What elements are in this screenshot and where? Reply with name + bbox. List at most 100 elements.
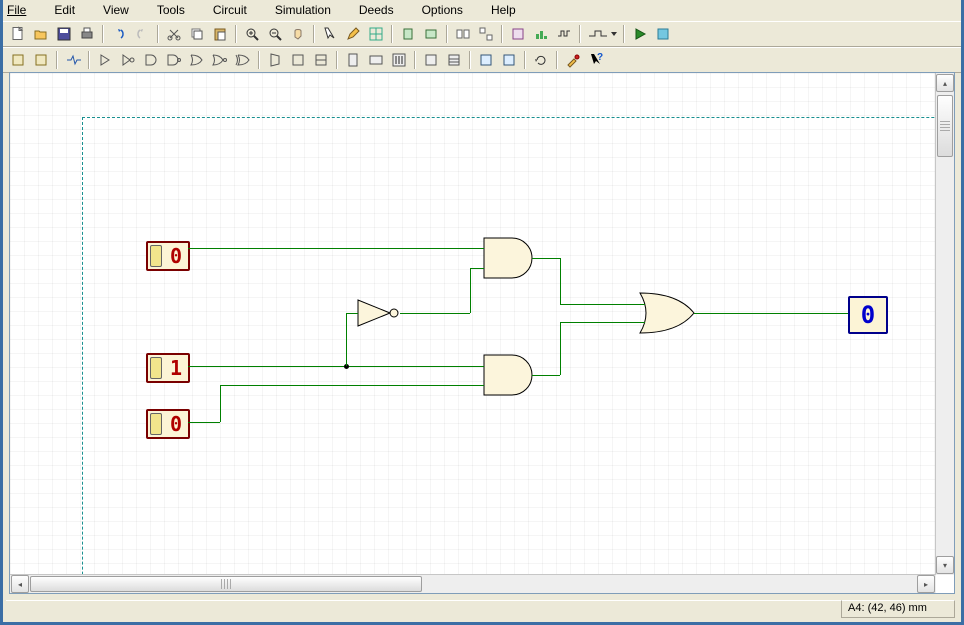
scroll-up-icon[interactable]: ▴ [936, 74, 954, 92]
redo-icon[interactable] [131, 23, 153, 45]
page-border [82, 117, 936, 575]
input-value: 0 [164, 243, 188, 269]
counter-icon[interactable] [310, 49, 332, 71]
copy-icon[interactable] [186, 23, 208, 45]
refresh-icon[interactable] [530, 49, 552, 71]
undo-icon[interactable] [108, 23, 130, 45]
tool-a-icon[interactable] [475, 49, 497, 71]
simulate-icon[interactable] [652, 23, 674, 45]
zoom-in-icon[interactable] [241, 23, 263, 45]
wire [532, 258, 560, 259]
scroll-thumb[interactable] [937, 95, 953, 157]
horizontal-scrollbar[interactable]: ◂ ▸ [10, 574, 936, 593]
input-switch-a[interactable]: 0 [146, 241, 190, 271]
ff-icon[interactable] [287, 49, 309, 71]
nand-gate-icon[interactable] [163, 49, 185, 71]
toolbar-row-1 [3, 21, 961, 47]
latch-icon[interactable] [30, 49, 52, 71]
new-file-icon[interactable] [7, 23, 29, 45]
memory-icon[interactable] [420, 49, 442, 71]
menu-view[interactable]: View [103, 3, 143, 17]
paste-icon[interactable] [209, 23, 231, 45]
canvas[interactable]: 0 1 0 [9, 72, 955, 594]
grid-options-icon[interactable] [365, 23, 387, 45]
not-gate[interactable] [356, 298, 406, 331]
menu-help[interactable]: Help [491, 3, 530, 17]
wire [346, 313, 347, 366]
wire [188, 366, 484, 367]
print-icon[interactable] [76, 23, 98, 45]
open-file-icon[interactable] [30, 23, 52, 45]
chip-icon-2[interactable] [420, 23, 442, 45]
whatsthis-icon[interactable]: ? [585, 49, 607, 71]
switch-knob-icon[interactable] [150, 245, 162, 267]
wire [560, 258, 561, 304]
cut-icon[interactable] [163, 23, 185, 45]
pencil-icon[interactable] [342, 23, 364, 45]
scroll-left-icon[interactable]: ◂ [11, 575, 29, 593]
input-value: 1 [164, 355, 188, 381]
wire [346, 313, 358, 314]
module-icon[interactable] [507, 23, 529, 45]
scroll-down-icon[interactable]: ▾ [936, 556, 954, 574]
select-icon[interactable] [319, 23, 341, 45]
status-bar: A4: (42, 46) mm [6, 600, 955, 618]
svg-text:?: ? [597, 52, 603, 63]
labels-icon-1[interactable] [452, 23, 474, 45]
menu-tools[interactable]: Tools [157, 3, 199, 17]
display-icon[interactable] [365, 49, 387, 71]
and-gate-icon[interactable] [140, 49, 162, 71]
seg7-icon[interactable] [342, 49, 364, 71]
menu-simulation[interactable]: Simulation [275, 3, 345, 17]
or-gate[interactable] [638, 291, 702, 338]
and-gate-top[interactable] [482, 236, 542, 283]
wire [694, 313, 848, 314]
labels-icon-2[interactable] [475, 23, 497, 45]
tool-b-icon[interactable] [498, 49, 520, 71]
menu-bar: File Edit View Tools Circuit Simulation … [3, 0, 961, 21]
input-value: 0 [164, 411, 188, 437]
chart-tool-icon[interactable] [530, 23, 552, 45]
chip-icon-1[interactable] [397, 23, 419, 45]
toolbar-row-2: ? [3, 47, 961, 73]
pla-icon[interactable] [443, 49, 465, 71]
wire [560, 322, 561, 375]
wave-icon[interactable] [553, 23, 575, 45]
wire-tool-icon[interactable] [62, 49, 84, 71]
save-icon[interactable] [53, 23, 75, 45]
mux-icon[interactable] [264, 49, 286, 71]
probe-icon[interactable] [562, 49, 584, 71]
vertical-scrollbar[interactable]: ▴ ▾ [935, 73, 954, 575]
menu-file[interactable]: File [7, 3, 40, 17]
wire [188, 248, 484, 249]
scroll-thumb[interactable] [30, 576, 422, 592]
not-gate-icon[interactable] [117, 49, 139, 71]
play-icon[interactable] [629, 23, 651, 45]
menu-edit[interactable]: Edit [54, 3, 89, 17]
wire [470, 268, 484, 269]
nor-gate-icon[interactable] [209, 49, 231, 71]
or-gate-icon[interactable] [186, 49, 208, 71]
menu-options[interactable]: Options [422, 3, 477, 17]
xor-gate-icon[interactable] [232, 49, 254, 71]
status-paper-info: A4: (42, 46) mm [841, 600, 955, 618]
switch-knob-icon[interactable] [150, 413, 162, 435]
pan-icon[interactable] [287, 23, 309, 45]
switcharray-icon[interactable] [388, 49, 410, 71]
menu-deeds[interactable]: Deeds [359, 3, 408, 17]
wire [560, 322, 645, 323]
menu-circuit[interactable]: Circuit [213, 3, 261, 17]
and-gate-bottom[interactable] [482, 353, 542, 400]
wire [560, 304, 645, 305]
input-switch-c[interactable]: 0 [146, 409, 190, 439]
wire [220, 385, 221, 422]
buffer-gate-icon[interactable] [94, 49, 116, 71]
sensor-icon[interactable] [7, 49, 29, 71]
input-switch-b[interactable]: 1 [146, 353, 190, 383]
output-display[interactable]: 0 [848, 296, 888, 334]
dropdown-icon[interactable] [585, 23, 619, 45]
switch-knob-icon[interactable] [150, 357, 162, 379]
wire [400, 313, 470, 314]
zoom-out-icon[interactable] [264, 23, 286, 45]
scroll-right-icon[interactable]: ▸ [917, 575, 935, 593]
